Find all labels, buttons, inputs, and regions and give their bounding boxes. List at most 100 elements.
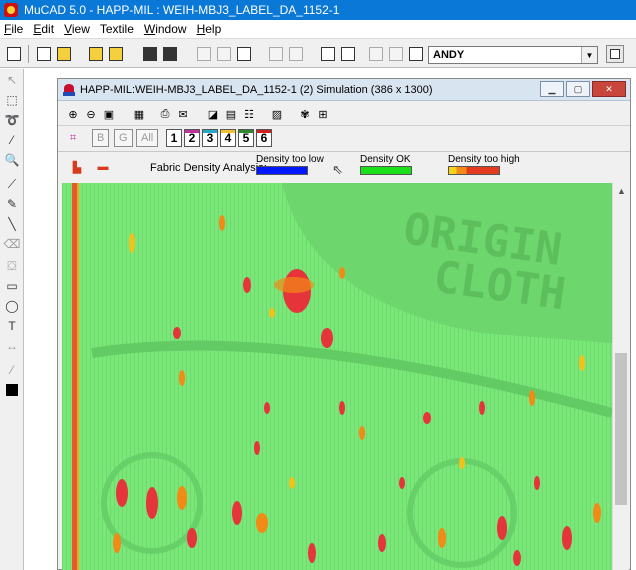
ellipse-tool[interactable]: ◯ bbox=[3, 297, 21, 315]
colorway-tab-3[interactable]: 3 bbox=[202, 129, 218, 147]
density-low-swatch bbox=[256, 166, 308, 175]
magnifier-icon: 🔍 bbox=[4, 153, 20, 167]
rectangle-tool[interactable]: ▭ bbox=[3, 277, 21, 295]
new-file-button[interactable] bbox=[34, 44, 54, 64]
density-ok-legend: Density OK bbox=[360, 154, 412, 175]
colorway-tab-3-bar bbox=[203, 130, 217, 133]
document-toolbar-view: ⊕ ⊖ ▣ ▦ ⎙ ✉ ◪ ▤ ☷ ▨ ✾ ⊞ bbox=[58, 102, 630, 126]
brush-tool[interactable]: ⟋ bbox=[3, 175, 21, 193]
fabric-simulation-canvas[interactable]: ORIGIN CLOTH bbox=[62, 183, 612, 570]
text-tool[interactable]: T bbox=[3, 317, 21, 335]
drawing-tool-palette: ↖ ⬚ ➰ ⁄ 🔍 ⟋ ✎ ╲ ⌫ ⛋ ▭ ◯ T ↔ ⁄ bbox=[0, 69, 24, 570]
save-button[interactable] bbox=[140, 44, 160, 64]
mail-button[interactable]: ✉ bbox=[174, 105, 192, 123]
user-select[interactable]: ANDY ▼ bbox=[428, 46, 598, 64]
colorway-tab-2[interactable]: 2 bbox=[184, 129, 200, 147]
print-button[interactable] bbox=[318, 44, 338, 64]
open-project-button[interactable] bbox=[86, 44, 106, 64]
active-color-swatch[interactable] bbox=[3, 381, 21, 399]
measure-icon: ↔ bbox=[6, 339, 18, 353]
density-check-button[interactable]: ⊞ bbox=[314, 105, 332, 123]
density-high-legend: Density too high bbox=[448, 154, 520, 175]
density-overlay-button[interactable]: ▬ bbox=[94, 158, 112, 176]
open-file-button[interactable] bbox=[54, 44, 74, 64]
zoom-fit-button[interactable]: ▣ bbox=[100, 105, 118, 123]
simulation-view-button[interactable]: ▤ bbox=[222, 105, 240, 123]
image-view-button[interactable]: ▨ bbox=[268, 105, 286, 123]
density-analysis-button[interactable]: ▙ bbox=[68, 158, 86, 176]
printer-icon: ⎙ bbox=[160, 107, 170, 120]
line-tool[interactable]: ╲ bbox=[3, 215, 21, 233]
paste-icon bbox=[237, 47, 251, 61]
user-profile-icon bbox=[409, 47, 423, 61]
pattern-button[interactable]: ⌗ bbox=[64, 129, 82, 147]
magic-wand-icon: ⁄ bbox=[10, 133, 13, 147]
fill-tool[interactable]: ⛋ bbox=[3, 257, 21, 275]
menu-help[interactable]: Help bbox=[197, 22, 222, 36]
menu-window[interactable]: Window bbox=[144, 22, 187, 36]
colorway-all-button[interactable]: All bbox=[136, 129, 159, 147]
grid-origin-icon bbox=[389, 47, 403, 61]
pencil-tool[interactable]: ✎ bbox=[3, 195, 21, 213]
density-high-label: Density too high bbox=[448, 154, 520, 165]
panel-toggle-button[interactable] bbox=[606, 45, 624, 63]
user-select-value: ANDY bbox=[433, 49, 465, 61]
rect-select-tool[interactable]: ⬚ bbox=[3, 91, 21, 109]
magic-wand-tool[interactable]: ⁄ bbox=[3, 131, 21, 149]
menu-view[interactable]: View bbox=[64, 22, 90, 36]
colorway-tab-1[interactable]: 1 bbox=[166, 129, 182, 147]
colorway-b-button[interactable]: B bbox=[92, 129, 110, 147]
scrollbar-thumb[interactable] bbox=[615, 353, 627, 505]
grid-icon: ▦ bbox=[133, 108, 145, 121]
grid-button[interactable]: ▦ bbox=[130, 105, 148, 123]
colorway-tab-6-bar bbox=[257, 130, 271, 133]
pencil-icon: ✎ bbox=[6, 197, 18, 211]
menu-textile[interactable]: Textile bbox=[100, 22, 134, 36]
open-project-icon bbox=[89, 47, 103, 61]
zoom-in-button[interactable]: ⊕ bbox=[64, 105, 82, 123]
colorway-tab-5[interactable]: 5 bbox=[238, 129, 254, 147]
copy-button[interactable] bbox=[214, 44, 234, 64]
select-arrow-tool[interactable]: ↖ bbox=[3, 71, 21, 89]
measure-tool[interactable]: ↔ bbox=[3, 337, 21, 355]
pin-button[interactable] bbox=[4, 44, 24, 64]
vertical-scrollbar[interactable]: ▲ bbox=[612, 183, 629, 570]
density-analysis-label: Fabric Density Analysis: bbox=[150, 162, 267, 174]
redo-button[interactable] bbox=[286, 44, 306, 64]
zoom-tool[interactable]: 🔍 bbox=[3, 151, 21, 169]
print-preview-button[interactable]: ⎙ bbox=[156, 105, 174, 123]
lasso-tool[interactable]: ➰ bbox=[3, 111, 21, 129]
colorway-tab-6[interactable]: 6 bbox=[256, 129, 272, 147]
toolbar-separator bbox=[28, 45, 29, 63]
scroll-up-arrow-icon[interactable]: ▲ bbox=[613, 183, 630, 199]
restore-button[interactable]: ▢ bbox=[566, 81, 590, 97]
user-button[interactable] bbox=[406, 44, 426, 64]
colorway-tab-4[interactable]: 4 bbox=[220, 129, 236, 147]
yarn-button[interactable]: ✾ bbox=[296, 105, 314, 123]
zoom-out-button[interactable]: ⊖ bbox=[82, 105, 100, 123]
main-toolbar: ANDY ▼ bbox=[0, 38, 636, 68]
grid-origin-button[interactable] bbox=[386, 44, 406, 64]
colorway-g-button[interactable]: G bbox=[114, 129, 133, 147]
menu-edit[interactable]: Edit bbox=[33, 22, 54, 36]
menu-file[interactable]: File bbox=[4, 22, 23, 36]
mucad-app-icon bbox=[4, 3, 18, 17]
panel-icon bbox=[610, 49, 620, 59]
save-disk-icon bbox=[143, 47, 157, 61]
minimize-button[interactable]: ▁ bbox=[540, 81, 564, 97]
eraser-tool[interactable]: ⌫ bbox=[3, 235, 21, 253]
restore-icon: ▢ bbox=[573, 83, 583, 94]
cut-button[interactable] bbox=[194, 44, 214, 64]
close-button[interactable]: ✕ bbox=[592, 81, 626, 97]
list-view-button[interactable]: ☷ bbox=[240, 105, 258, 123]
paste-button[interactable] bbox=[234, 44, 254, 64]
open-folder-button[interactable] bbox=[106, 44, 126, 64]
weave-view-button[interactable]: ◪ bbox=[204, 105, 222, 123]
chevron-down-icon[interactable]: ▼ bbox=[581, 47, 597, 63]
eyedropper-tool[interactable]: ⁄ bbox=[3, 361, 21, 379]
undo-button[interactable] bbox=[266, 44, 286, 64]
context-help-button[interactable] bbox=[338, 44, 358, 64]
zoom-out-icon: ⊖ bbox=[86, 108, 96, 121]
crosshair-button[interactable] bbox=[366, 44, 386, 64]
save-all-button[interactable] bbox=[160, 44, 180, 64]
